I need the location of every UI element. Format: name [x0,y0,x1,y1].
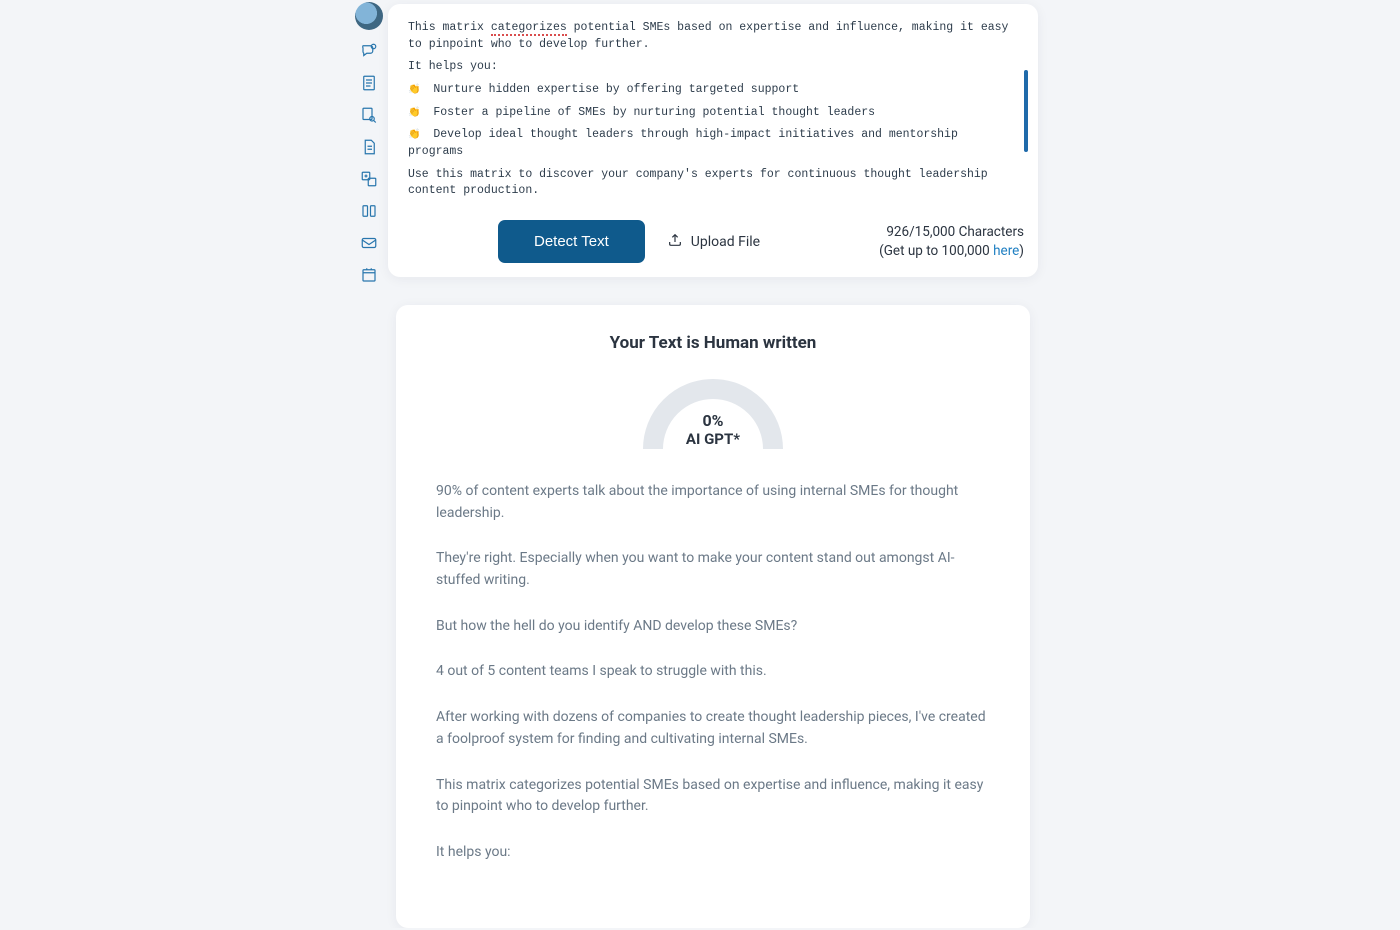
gauge-percent: 0% [638,411,788,430]
result-paragraph: After working with dozens of companies t… [436,707,990,750]
editor-bullet: 👏 Develop ideal thought leaders through … [408,127,1012,160]
result-body: 90% of content experts talk about the im… [436,481,990,864]
translate-icon[interactable] [358,168,380,190]
document-icon[interactable] [358,72,380,94]
logo-icon[interactable] [355,2,383,30]
result-paragraph: This matrix categorizes potential SMEs b… [436,775,990,818]
main-content: This matrix categorizes potential SMEs b… [388,0,1038,928]
columns-icon[interactable] [358,200,380,222]
upgrade-link[interactable]: here [993,243,1019,259]
upload-icon [667,232,683,252]
editor-bullet: 👏 Foster a pipeline of SMEs by nurturing… [408,105,1012,122]
sidebar [354,0,384,286]
upload-file-button[interactable]: Upload File [667,232,760,252]
mail-icon[interactable] [358,232,380,254]
editor-line: This matrix categorizes potential SMEs b… [408,20,1012,53]
detect-text-button[interactable]: Detect Text [498,220,645,263]
upload-label: Upload File [691,234,760,250]
search-doc-icon[interactable] [358,104,380,126]
result-card: Your Text is Human written 0% AI GPT* 90… [396,305,1030,928]
gauge-sublabel: AI GPT* [638,430,788,448]
ai-gauge: 0% AI GPT* [638,371,788,451]
actions-row: Detect Text Upload File 926/15,000 Chara… [402,216,1024,263]
result-title: Your Text is Human written [436,333,990,353]
editor-line: It helps you: [408,59,1012,76]
result-paragraph: It helps you: [436,842,990,864]
editor-line: Use this matrix to discover your company… [408,167,1012,200]
text-editor[interactable]: This matrix categorizes potential SMEs b… [402,12,1024,216]
input-card: This matrix categorizes potential SMEs b… [388,4,1038,277]
result-paragraph: They're right. Especially when you want … [436,548,990,591]
result-paragraph: 90% of content experts talk about the im… [436,481,990,524]
character-count: 926/15,000 Characters (Get up to 100,000… [879,223,1024,259]
result-paragraph: But how the hell do you identify AND dev… [436,616,990,638]
page-icon[interactable] [358,136,380,158]
editor-bullet: 👏 Nurture hidden expertise by offering t… [408,82,1012,99]
result-paragraph: 4 out of 5 content teams I speak to stru… [436,661,990,683]
chat-icon[interactable] [358,40,380,62]
calendar-icon[interactable] [358,264,380,286]
